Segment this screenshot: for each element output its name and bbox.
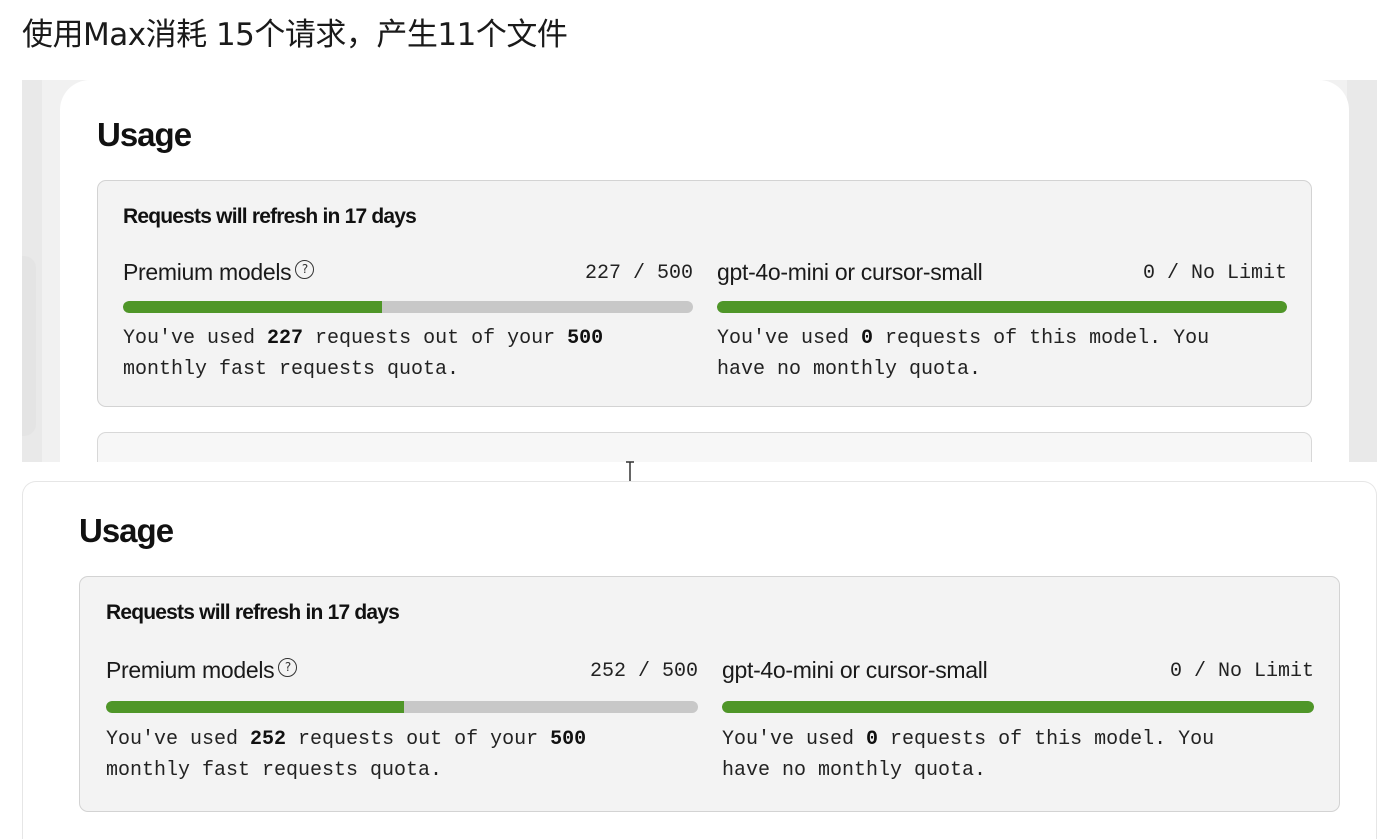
used-count: 252	[250, 728, 287, 751]
small-progress-bar	[717, 301, 1287, 313]
premium-models-label-text: Premium models	[106, 657, 275, 683]
desc-line-2: monthly fast requests quota.	[123, 358, 460, 381]
used-count: 0	[861, 327, 874, 350]
screenshot-after: Usage Requests will refresh in 17 days P…	[22, 481, 1377, 839]
quota-count: 500	[567, 327, 604, 350]
text-cursor-icon	[626, 461, 634, 483]
refresh-heading: Requests will refresh in 17 days	[123, 205, 417, 228]
screenshot-before: Usage Requests will refresh in 17 days P…	[22, 80, 1377, 462]
small-usage-description: You've used 0 requests of this model. Yo…	[717, 323, 1209, 385]
premium-usage-description: You've used 227 requests out of your 500…	[123, 323, 603, 385]
desc-text: requests out of your	[303, 327, 568, 350]
desc-text: requests out of your	[286, 728, 551, 751]
premium-usage-description: You've used 252 requests out of your 500…	[106, 724, 586, 786]
used-count: 0	[866, 728, 879, 751]
small-progress-fill	[717, 301, 1287, 313]
premium-usage-count: 227 / 500	[584, 262, 693, 285]
caption-text: 使用Max消耗 15个请求，产生11个文件	[22, 17, 568, 53]
desc-text: You've used	[123, 327, 268, 350]
quota-count: 500	[550, 728, 587, 751]
premium-models-label: Premium models?	[106, 657, 298, 684]
premium-models-label: Premium models?	[123, 259, 315, 286]
small-usage-count: 0 / No Limit	[1169, 660, 1314, 683]
question-circle-icon[interactable]: ?	[278, 658, 298, 677]
premium-models-label-text: Premium models	[123, 259, 292, 285]
small-models-label: gpt-4o-mini or cursor-small	[717, 259, 983, 285]
desc-text: requests of this model. You	[873, 327, 1210, 350]
window-edge-notch	[22, 256, 36, 436]
desc-line-2: have no monthly quota.	[717, 358, 982, 381]
premium-models-section: Premium models? 252 / 500 You've used 25…	[106, 657, 698, 782]
premium-progress-bar	[123, 301, 693, 313]
next-card-stub	[97, 432, 1312, 462]
desc-text: You've used	[717, 327, 862, 350]
desc-text: You've used	[106, 728, 251, 751]
desc-text: You've used	[722, 728, 867, 751]
small-models-section: gpt-4o-mini or cursor-small 0 / No Limit…	[722, 657, 1314, 782]
small-models-label: gpt-4o-mini or cursor-small	[722, 657, 988, 683]
small-progress-bar	[722, 701, 1314, 713]
desc-line-2: monthly fast requests quota.	[106, 759, 443, 782]
desc-line-2: have no monthly quota.	[722, 759, 987, 782]
usage-card: Requests will refresh in 17 days Premium…	[97, 180, 1312, 407]
premium-progress-fill	[123, 301, 382, 313]
small-models-section: gpt-4o-mini or cursor-small 0 / No Limit…	[717, 259, 1287, 381]
usage-panel: Usage Requests will refresh in 17 days P…	[60, 80, 1349, 462]
usage-title: Usage	[79, 512, 174, 549]
page: 使用Max消耗 15个请求，产生11个文件 Usage Requests wil…	[0, 0, 1377, 839]
usage-title: Usage	[97, 116, 192, 153]
desc-text: requests of this model. You	[878, 728, 1215, 751]
usage-card: Requests will refresh in 17 days Premium…	[79, 576, 1340, 812]
small-progress-fill	[722, 701, 1314, 713]
small-usage-count: 0 / No Limit	[1142, 262, 1287, 285]
used-count: 227	[267, 327, 304, 350]
window-edge-right	[1347, 80, 1377, 462]
premium-progress-bar	[106, 701, 698, 713]
premium-models-section: Premium models? 227 / 500 You've used 22…	[123, 259, 693, 381]
refresh-heading: Requests will refresh in 17 days	[106, 601, 400, 624]
small-usage-description: You've used 0 requests of this model. Yo…	[722, 724, 1214, 786]
premium-progress-fill	[106, 701, 405, 713]
premium-usage-count: 252 / 500	[589, 660, 698, 683]
question-circle-icon[interactable]: ?	[295, 260, 315, 279]
